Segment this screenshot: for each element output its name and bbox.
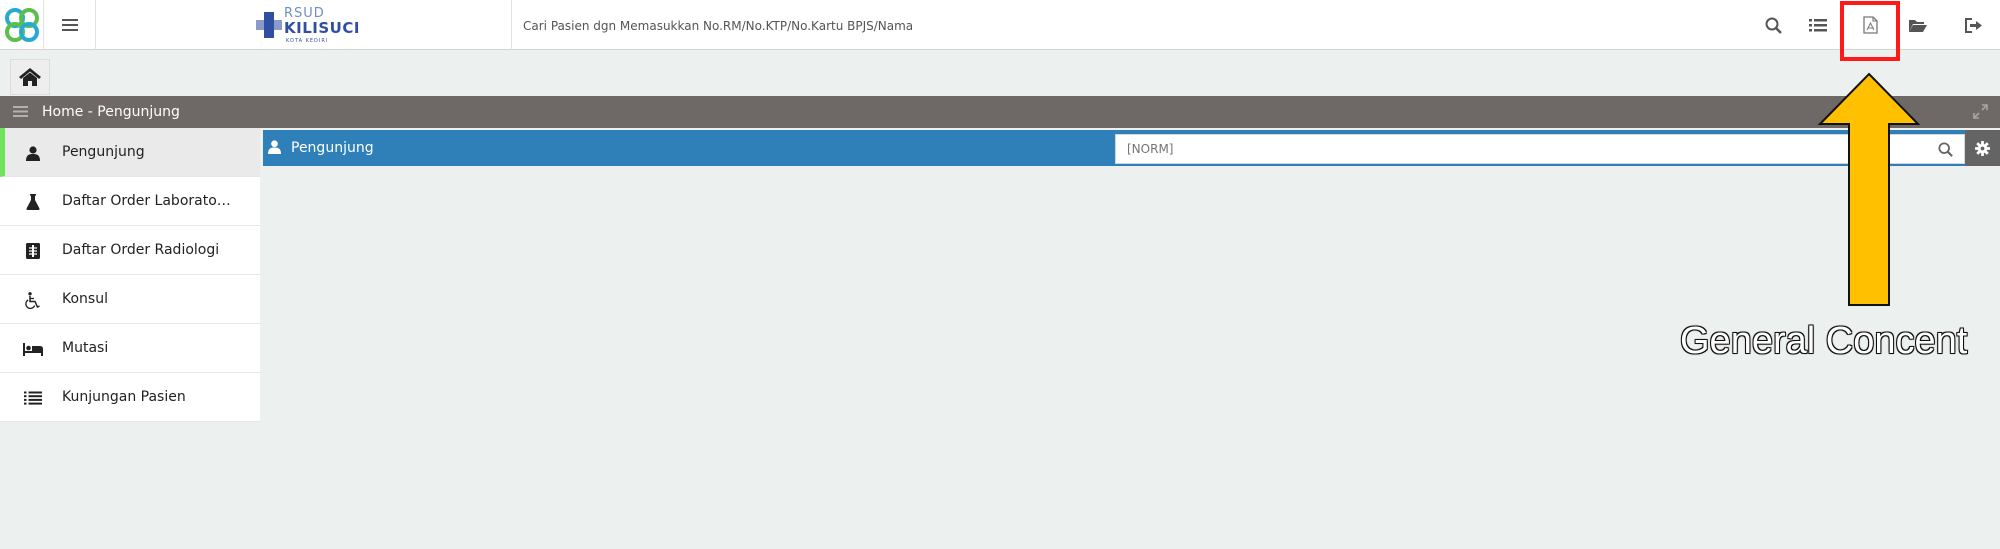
hospital-logo: RSUD KILISUCI KOTA KEDIRI [256, 6, 440, 44]
list-icon [1809, 18, 1827, 31]
home-button[interactable] [10, 59, 50, 95]
patient-search-input[interactable]: Cari Pasien dgn Memasukkan No.RM/No.KTP/… [523, 0, 913, 50]
hamburger-icon[interactable] [13, 105, 28, 118]
sidebar-item-label: Konsul [62, 291, 108, 307]
home-icon [19, 68, 41, 86]
user-icon [268, 140, 281, 154]
gear-icon [1975, 140, 1990, 156]
sidebar: Pengunjung Daftar Order Laboratorium Daf… [0, 128, 260, 422]
sidebar-item-label: Pengunjung [62, 144, 145, 160]
sidebar-item-label: Daftar Order Radiologi [62, 242, 220, 258]
sidebar-item-daftar-order-laboratorium[interactable]: Daftar Order Laboratorium [0, 177, 260, 226]
sidebar-item-pengunjung[interactable]: Pengunjung [0, 128, 260, 177]
logout-button[interactable] [1948, 0, 2000, 50]
user-icon [22, 143, 44, 163]
menu-toggle-button[interactable] [44, 0, 96, 50]
flask-icon [22, 192, 44, 212]
list-icon [22, 388, 44, 408]
top-navbar: RSUD KILISUCI KOTA KEDIRI Cari Pasien dg… [0, 0, 2000, 50]
sidebar-item-label: Daftar Order Laboratorium [62, 193, 234, 209]
sidebar-item-konsul[interactable]: Konsul [0, 275, 260, 324]
annotation-arrow [1817, 72, 1921, 306]
sign-out-icon [1965, 17, 1982, 33]
sidebar-item-mutasi[interactable]: Mutasi [0, 324, 260, 373]
sidebar-item-daftar-order-radiologi[interactable]: Daftar Order Radiologi [0, 226, 260, 275]
sidebar-item-label: Kunjungan Pasien [62, 389, 186, 405]
highlight-box [1840, 1, 1900, 61]
norm-search-button[interactable] [1934, 139, 1956, 159]
search-icon [1937, 141, 1953, 157]
expand-icon[interactable] [1973, 104, 1988, 119]
wheelchair-icon [22, 290, 44, 310]
hamburger-icon [61, 19, 78, 31]
bed-icon [22, 339, 44, 359]
search-icon [1765, 17, 1782, 34]
app-logo-icon[interactable] [0, 0, 44, 50]
annotation-label: General Concent [1680, 320, 1968, 362]
breadcrumb-bar: Home - Pengunjung [0, 96, 2000, 128]
hospital-logo-area: RSUD KILISUCI KOTA KEDIRI [96, 0, 512, 50]
xray-icon [22, 241, 44, 261]
folder-open-icon [1909, 19, 1927, 32]
sidebar-item-kunjungan-pasien[interactable]: Kunjungan Pasien [0, 373, 260, 422]
list-button[interactable] [1792, 0, 1844, 50]
breadcrumb: Home - Pengunjung [42, 104, 180, 120]
settings-button[interactable] [1965, 130, 2000, 166]
panel-title: Pengunjung [291, 140, 374, 156]
sidebar-item-label: Mutasi [62, 340, 109, 356]
